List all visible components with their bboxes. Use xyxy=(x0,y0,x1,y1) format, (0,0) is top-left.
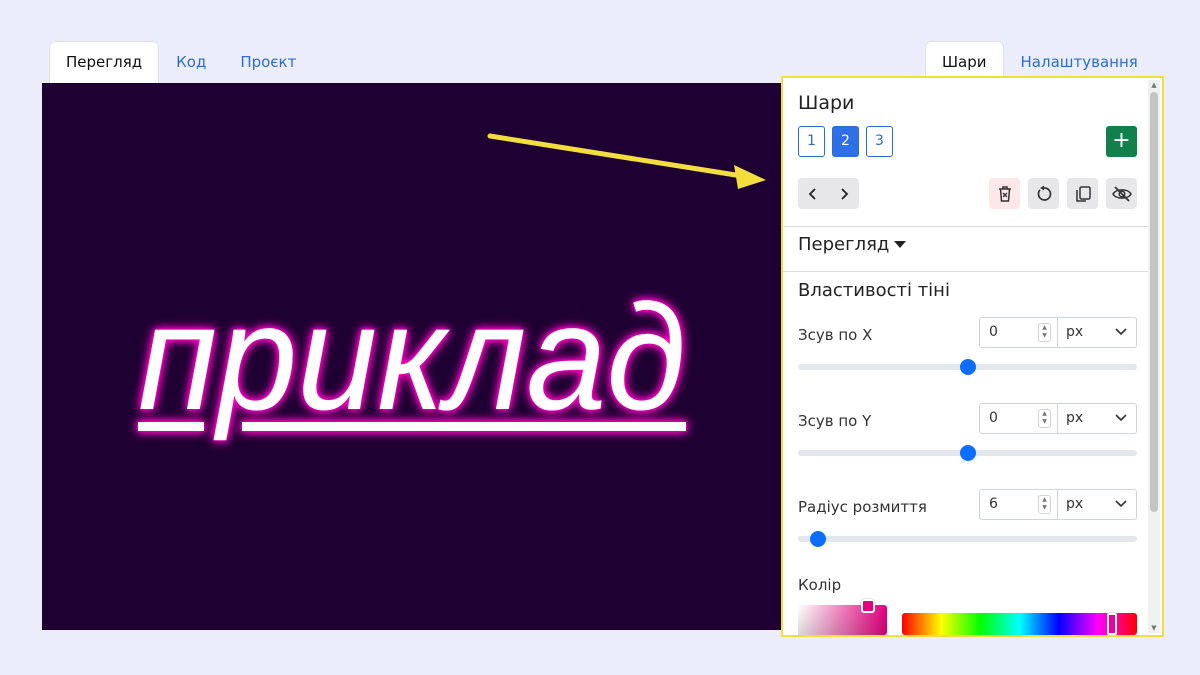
offset-y-spinner[interactable]: ▲ ▼ xyxy=(1038,409,1051,428)
offset-y-label: Зсув по Y xyxy=(798,412,872,430)
preview-text: приклад xyxy=(138,273,686,441)
offset-x-slider[interactable] xyxy=(798,359,1137,375)
slider-thumb[interactable] xyxy=(959,445,976,461)
layers-heading: Шари xyxy=(798,92,855,114)
chevron-down-icon xyxy=(1115,414,1127,422)
layer-2-button[interactable]: 2 xyxy=(832,126,859,157)
next-layer-button[interactable] xyxy=(829,178,860,209)
layers-panel: Шари 1 2 3 + Перегляд Властивості тіні З… xyxy=(781,76,1164,637)
hide-layer-button[interactable] xyxy=(1106,178,1137,209)
preview-svg: приклад xyxy=(138,273,686,441)
view-tabs: Перегляд Код Проєкт xyxy=(49,41,313,83)
delete-layer-button[interactable] xyxy=(989,178,1020,209)
offset-x-input[interactable]: 0 ▲ ▼ xyxy=(979,317,1058,348)
preview-section-toggle[interactable]: Перегляд xyxy=(798,234,907,255)
copy-layer-button[interactable] xyxy=(1067,178,1098,209)
preview-canvas: приклад xyxy=(42,83,782,630)
reset-layer-button[interactable] xyxy=(1028,178,1059,209)
blur-radius-value: 6 xyxy=(989,496,998,512)
tab-preview[interactable]: Перегляд xyxy=(49,41,160,83)
blur-radius-unit: px xyxy=(1066,496,1084,512)
layer-nav xyxy=(798,178,859,209)
offset-y-unit: px xyxy=(1066,410,1084,426)
chevron-down-icon xyxy=(1115,328,1127,336)
blur-radius-spinner[interactable]: ▲ ▼ xyxy=(1038,495,1051,514)
copy-icon xyxy=(1075,185,1091,202)
offset-x-label: Зсув по X xyxy=(798,326,873,344)
color-saturation-handle[interactable] xyxy=(861,599,875,613)
tab-project[interactable]: Проєкт xyxy=(223,41,313,83)
offset-y-slider[interactable] xyxy=(798,445,1137,461)
add-layer-button[interactable]: + xyxy=(1106,126,1137,157)
blur-radius-slider[interactable] xyxy=(798,531,1137,547)
blur-radius-input[interactable]: 6 ▲ ▼ xyxy=(979,489,1058,520)
offset-x-value: 0 xyxy=(989,324,998,340)
offset-y-value: 0 xyxy=(989,410,998,426)
preview-section-label: Перегляд xyxy=(798,234,890,255)
preview-underline xyxy=(138,422,204,431)
offset-y-unit-select[interactable]: px xyxy=(1057,403,1137,434)
slider-track xyxy=(798,536,1137,542)
chevron-right-icon xyxy=(841,187,849,200)
offset-y-input[interactable]: 0 ▲ ▼ xyxy=(979,403,1058,434)
slider-thumb[interactable] xyxy=(959,359,976,375)
offset-x-unit: px xyxy=(1066,324,1084,340)
chevron-down-icon xyxy=(1115,500,1127,508)
layer-1-button[interactable]: 1 xyxy=(798,126,825,157)
panel-scrollbar[interactable]: ▲ ▼ xyxy=(1148,80,1160,633)
offset-x-unit-select[interactable]: px xyxy=(1057,317,1137,348)
divider xyxy=(783,226,1149,227)
slider-thumb[interactable] xyxy=(810,531,827,547)
chevron-left-icon xyxy=(808,187,816,200)
scroll-up-icon[interactable]: ▲ xyxy=(1150,81,1158,89)
scrollbar-thumb[interactable] xyxy=(1150,92,1158,512)
eye-slash-icon xyxy=(1111,185,1132,202)
divider xyxy=(783,271,1149,272)
delete-icon xyxy=(998,185,1011,202)
color-label: Колір xyxy=(798,576,842,594)
preview-underline xyxy=(242,422,686,431)
blur-radius-label: Радіус розмиття xyxy=(798,498,927,516)
caret-down-icon xyxy=(894,241,907,248)
scroll-down-icon[interactable]: ▼ xyxy=(1150,624,1158,632)
reset-icon xyxy=(1037,185,1051,201)
color-hue-bar[interactable] xyxy=(902,613,1137,635)
blur-radius-unit-select[interactable]: px xyxy=(1057,489,1137,520)
plus-icon: + xyxy=(1112,128,1131,153)
prev-layer-button[interactable] xyxy=(798,178,829,209)
offset-x-spinner[interactable]: ▲ ▼ xyxy=(1038,323,1051,342)
layer-3-button[interactable]: 3 xyxy=(866,126,893,157)
color-hue-handle[interactable] xyxy=(1107,613,1117,635)
shadow-properties-heading: Властивості тіні xyxy=(798,280,950,301)
tab-code[interactable]: Код xyxy=(159,41,223,83)
